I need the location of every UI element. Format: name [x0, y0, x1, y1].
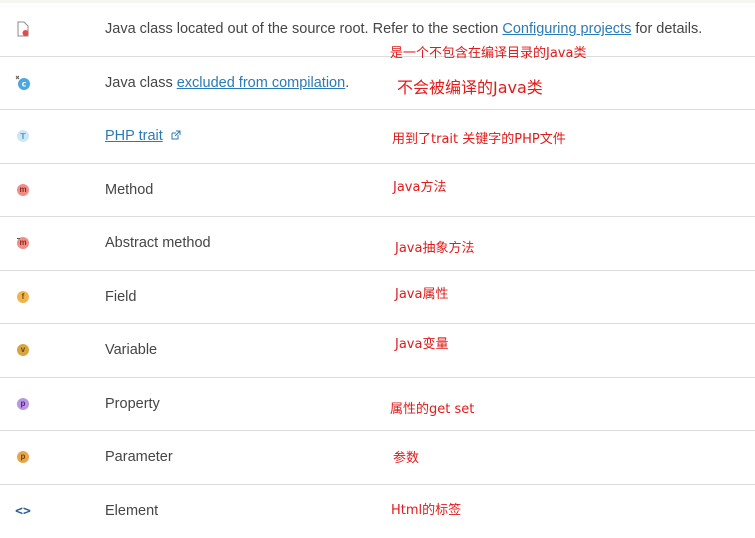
annotation-text: 用到了trait 关键字的PHP文件 — [392, 128, 566, 147]
description-text: Java class — [105, 75, 177, 91]
annotation-text: Java变量 — [395, 333, 448, 352]
field-letter: f — [17, 291, 29, 303]
annotation-text: Html的标签 — [391, 499, 461, 518]
annotation-text: Java抽象方法 — [395, 237, 474, 256]
php-trait-icon: T — [15, 128, 31, 144]
variable-icon: v — [15, 342, 31, 358]
table-row: m Abstract method Java抽象方法 — [0, 217, 755, 271]
description-text-suffix: for details. — [631, 21, 702, 37]
row-description: Method — [105, 182, 153, 198]
table-row: m Method Java方法 — [0, 164, 755, 218]
method-letter: m — [17, 184, 29, 196]
trait-letter: T — [20, 132, 26, 141]
row-description: PHP trait — [105, 128, 181, 144]
method-icon: m — [15, 182, 31, 198]
java-class-outside-source-root-icon — [15, 21, 31, 37]
table-row: p Parameter 参数 — [0, 431, 755, 485]
table-row: c Java class excluded from compilation. … — [0, 57, 755, 111]
table-row: <> Element Html的标签 — [0, 485, 755, 538]
table-row: Java class located out of the source roo… — [0, 3, 755, 57]
abstract-method-icon: m — [15, 235, 31, 251]
external-link-icon — [167, 128, 181, 144]
variable-letter: v — [17, 344, 29, 356]
element-symbol: <> — [15, 504, 31, 519]
table-row: T PHP trait 用到了trait 关键字的PHP文件 — [0, 110, 755, 164]
java-class-excluded-icon: c — [15, 75, 31, 91]
row-description: Java class excluded from compilation. — [105, 75, 349, 91]
annotation-text: Java属性 — [395, 283, 448, 302]
icon-legend-table: Java class located out of the source roo… — [0, 3, 755, 538]
row-description: Abstract method — [105, 235, 211, 251]
annotation-text: 属性的get set — [390, 398, 474, 417]
table-row: f Field Java属性 — [0, 271, 755, 325]
field-icon: f — [15, 289, 31, 305]
property-letter: p — [17, 398, 29, 410]
annotation-text: 不会被编译的Java类 — [397, 74, 543, 98]
php-trait-link[interactable]: PHP trait — [105, 128, 163, 144]
row-description: Field — [105, 289, 136, 305]
class-letter: c — [22, 79, 27, 88]
parameter-letter: p — [17, 451, 29, 463]
configuring-projects-link[interactable]: Configuring projects — [502, 21, 631, 37]
property-icon: p — [15, 396, 31, 412]
row-description: Java class located out of the source roo… — [105, 21, 702, 37]
annotation-text: 参数 — [393, 447, 419, 466]
parameter-icon: p — [15, 449, 31, 465]
excluded-from-compilation-link[interactable]: excluded from compilation — [177, 75, 345, 91]
description-text-suffix: . — [345, 75, 349, 91]
row-description: Variable — [105, 342, 157, 358]
row-description: Parameter — [105, 449, 173, 465]
table-row: v Variable Java变量 — [0, 324, 755, 378]
element-icon: <> — [15, 503, 31, 519]
description-text: Java class located out of the source roo… — [105, 21, 502, 37]
table-row: p Property 属性的get set — [0, 378, 755, 432]
row-description: Element — [105, 503, 158, 519]
annotation-text: Java方法 — [393, 176, 446, 195]
row-description: Property — [105, 396, 160, 412]
